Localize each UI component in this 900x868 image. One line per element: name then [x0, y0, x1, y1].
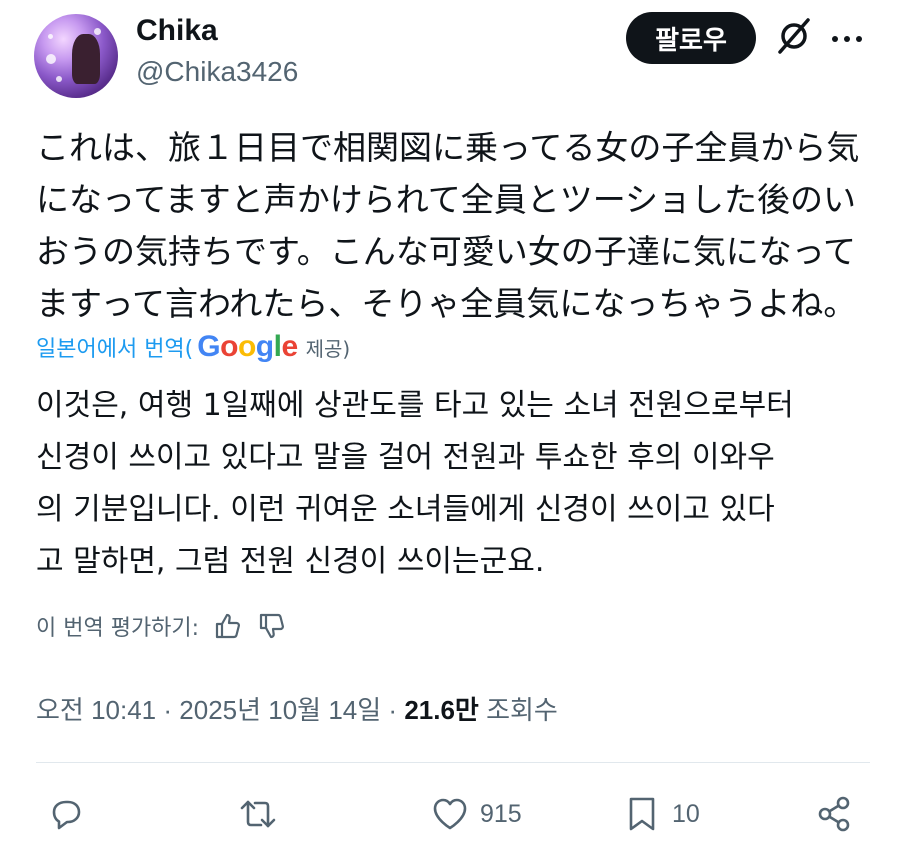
- translated-line: 신경이 쓰이고 있다고 말을 걸어 전원과 투쇼한 후의 이와우: [36, 440, 775, 475]
- tweet-translated-text: 이것은, 여행 1일째에 상관도를 타고 있는 소녀 전원으로부터 신경이 쓰이…: [36, 380, 876, 588]
- translated-line: 이것은, 여행 1일째에 상관도를 타고 있는 소녀 전원으로부터: [36, 388, 794, 423]
- bookmark-count: 10: [672, 799, 700, 828]
- translated-from-label: 일본어에서 번역(: [36, 337, 194, 362]
- views-label: 조회수: [486, 695, 558, 725]
- reply-icon: [52, 800, 81, 830]
- bookmark-icon: [629, 797, 655, 831]
- user-handle[interactable]: @Chika3426: [136, 56, 298, 88]
- retweet-icon: [240, 800, 276, 828]
- separator: ·: [388, 695, 398, 725]
- original-line: になってますと声かけられて全員とツーショした後のい: [36, 180, 857, 219]
- rate-translation-label: 이 번역 평가하기:: [36, 616, 200, 641]
- like-button[interactable]: 915: [430, 794, 522, 834]
- bookmark-button[interactable]: 10: [622, 794, 700, 834]
- share-icon: [818, 796, 850, 832]
- action-bar: 915 10: [0, 788, 900, 842]
- translated-line: 고 말하면, 그럼 전원 신경이 쓰이는군요.: [36, 544, 545, 579]
- rate-translation: 이 번역 평가하기:: [36, 610, 287, 642]
- share-button[interactable]: [814, 794, 854, 834]
- avatar[interactable]: [34, 14, 118, 98]
- separator: ·: [163, 695, 173, 725]
- tweet-time[interactable]: 오전 10:41: [36, 695, 156, 725]
- more-options-icon[interactable]: [830, 22, 864, 56]
- tweet-detail: Chika @Chika3426 팔로우 これは、旅１日目で相関図に乗ってる女の…: [0, 0, 900, 868]
- translation-attribution[interactable]: 일본어에서 번역( Google 제공): [36, 330, 350, 364]
- original-line: ますって言われたら、そりゃ全員気になっちゃうよね。: [36, 284, 857, 323]
- original-line: これは、旅１日目で相関図に乗ってる女の子全員から気: [36, 128, 860, 167]
- thumbs-down-icon[interactable]: [257, 611, 287, 641]
- divider: [36, 762, 870, 763]
- reply-button[interactable]: [46, 794, 86, 834]
- retweet-button[interactable]: [238, 794, 278, 834]
- translated-line: 의 기분입니다. 이런 귀여운 소녀들에게 신경이 쓰이고 있다: [36, 492, 775, 527]
- heart-icon: [433, 798, 467, 830]
- tweet-date[interactable]: 2025년 10월 14일: [179, 695, 381, 725]
- thumbs-up-icon[interactable]: [213, 611, 243, 641]
- provided-label: 제공): [305, 336, 351, 361]
- google-logo: Google: [197, 330, 298, 363]
- views-count: 21.6만: [404, 695, 479, 725]
- original-line: おうの気持ちです。こんな可愛い女の子達に気になって: [36, 232, 857, 271]
- grok-icon[interactable]: [774, 16, 814, 56]
- avatar-character: [72, 34, 100, 84]
- tweet-meta: 오전 10:41 · 2025년 10월 14일 · 21.6만 조회수: [36, 690, 558, 727]
- like-count: 915: [480, 799, 522, 828]
- display-name[interactable]: Chika: [136, 14, 218, 48]
- tweet-original-text: これは、旅１日目で相関図に乗ってる女の子全員から気 になってますと声かけられて全…: [36, 122, 876, 330]
- follow-button[interactable]: 팔로우: [626, 12, 756, 64]
